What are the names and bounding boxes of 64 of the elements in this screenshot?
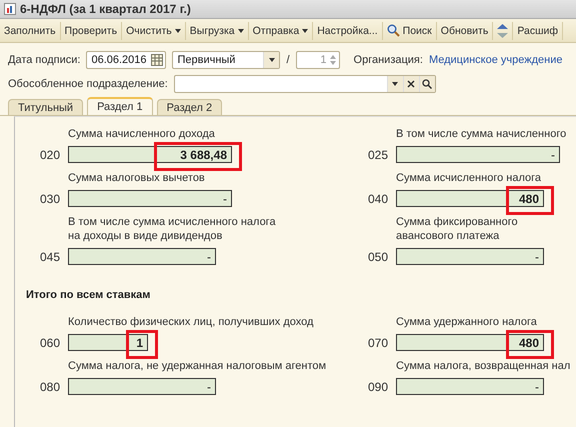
toolbar-button[interactable]: Отправка — [248, 22, 314, 40]
amount-field[interactable]: - — [396, 378, 544, 395]
clear-icon[interactable] — [407, 80, 416, 88]
field-label: Сумма фиксированного авансового платежа — [396, 215, 519, 243]
line-code: 050 — [368, 250, 390, 264]
line-code: 025 — [368, 148, 390, 162]
field-label: Сумма удержанного налога — [396, 315, 537, 329]
window-title: 6-НДФЛ (за 1 квартал 2017 г.) — [20, 2, 191, 16]
toolbar-button[interactable]: Проверить — [60, 22, 122, 40]
dropdown-arrow-icon — [174, 28, 181, 32]
field-label: Дата подписи: — [8, 54, 80, 66]
amount-field[interactable]: 1 — [68, 334, 148, 351]
search-icon[interactable] — [422, 79, 432, 89]
toolbar-button[interactable]: Заполнить — [0, 22, 61, 40]
line-code: 040 — [368, 192, 390, 206]
up-down-arrows-icon — [497, 24, 508, 38]
search-icon — [386, 24, 400, 37]
toolbar-button[interactable]: Поиск — [382, 22, 437, 40]
organization-link[interactable]: Медицинское учреждение — [428, 54, 562, 66]
tab[interactable]: Раздел 1 — [87, 97, 153, 115]
division-field[interactable] — [174, 75, 436, 93]
amount-field[interactable]: - — [396, 248, 544, 265]
dropdown-arrow-icon — [268, 58, 275, 62]
line-code: 070 — [368, 336, 390, 350]
report-icon — [4, 3, 16, 15]
amount-field[interactable]: 480 — [396, 190, 544, 207]
toolbar-button[interactable]: Настройка... — [313, 22, 383, 40]
line-code: 090 — [368, 380, 390, 394]
amount-field[interactable]: - — [68, 378, 216, 395]
dropdown-arrow-icon — [238, 28, 244, 32]
amount-field[interactable]: - — [68, 248, 216, 265]
toolbar-button[interactable]: Расшиф — [513, 22, 564, 40]
tab[interactable]: Раздел 2 — [156, 99, 222, 115]
dropdown-arrow-icon — [302, 28, 308, 32]
field-label: Сумма налога, не удержанная налоговым агентом — [68, 359, 326, 373]
toolbar-button[interactable]: Выгрузка — [186, 22, 249, 40]
field-label: В том числе сумма исчисленного налога на доходы в виде дивидендов — [68, 215, 277, 243]
line-code: 045 — [40, 250, 62, 264]
field-label: Количество физических лиц, получивших доход — [68, 315, 314, 329]
toolbar-button[interactable]: Очистить — [122, 22, 186, 40]
toolbar-button[interactable]: Обновить — [436, 22, 494, 40]
amount-field[interactable]: 3 688,48 — [68, 146, 232, 163]
line-code: 030 — [40, 192, 62, 206]
line-code: 080 — [40, 380, 62, 394]
field-label: Организация: — [354, 54, 423, 66]
field-label: В том числе сумма начисленного — [396, 127, 566, 141]
separator-text: / — [286, 54, 290, 66]
amount-field[interactable]: - — [68, 190, 232, 207]
spinner-icon[interactable] — [328, 54, 337, 66]
dropdown-arrow-icon — [392, 82, 398, 86]
line-code: 060 — [40, 336, 62, 350]
type-select[interactable]: Первичный — [172, 51, 280, 69]
section-heading: Итого по всем ставкам — [26, 289, 152, 301]
field-label: Сумма исчисленного налога — [396, 171, 542, 185]
field-label: Сумма начисленного дохода — [68, 127, 215, 141]
calendar-icon[interactable] — [151, 54, 164, 66]
amount-field[interactable]: - — [396, 146, 560, 163]
field-label: Сумма налога, возвращенная нал — [396, 359, 570, 373]
field-label: Сумма налоговых вычетов — [68, 171, 205, 185]
date-field[interactable]: 06.06.2016 — [86, 51, 166, 69]
amount-field[interactable]: 480 — [396, 334, 544, 351]
tab[interactable]: Титульный — [8, 99, 84, 115]
line-code: 020 — [40, 148, 62, 162]
field-label: Обособленное подразделение: — [8, 78, 168, 90]
